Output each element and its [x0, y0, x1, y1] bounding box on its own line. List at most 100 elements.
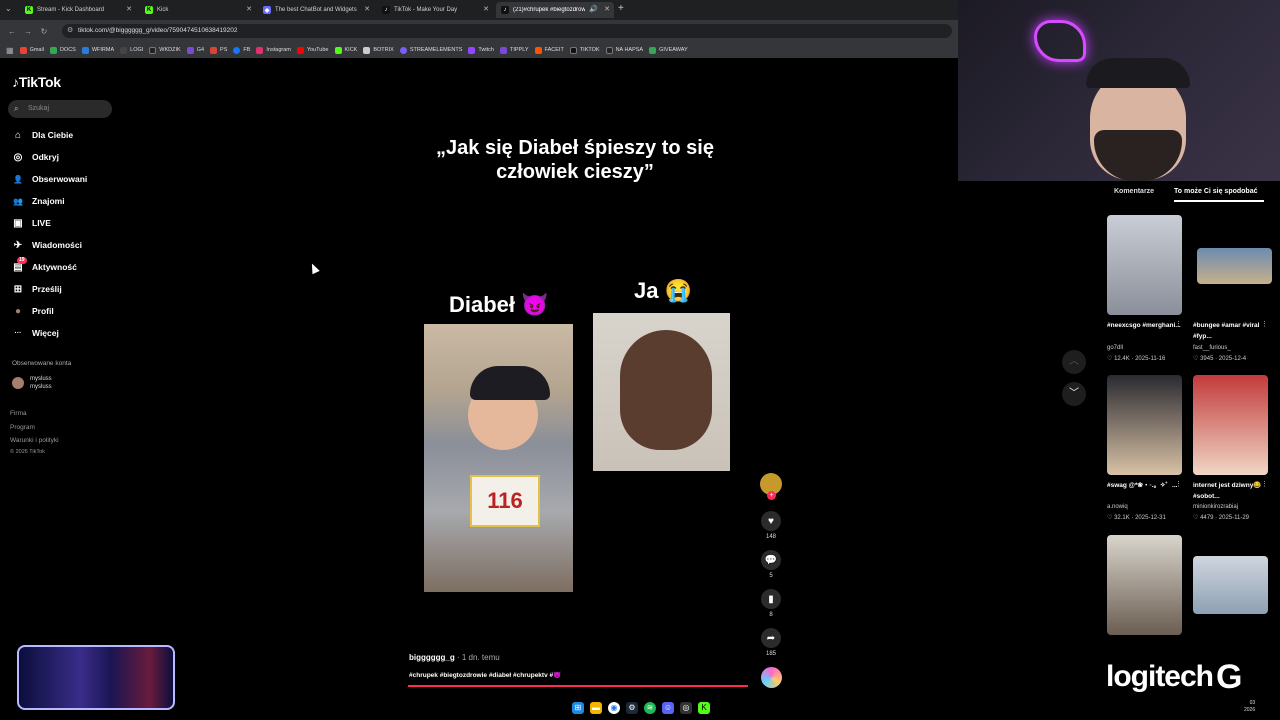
nav-item-messages[interactable]: ✈ Wiadomości	[12, 238, 82, 252]
forward-icon[interactable]: →	[20, 27, 36, 36]
nav-item-friends[interactable]: 👥 Znajomi	[12, 194, 65, 208]
followed-account[interactable]: mysluss mysluss	[12, 375, 52, 391]
video-hashtags[interactable]: #chrupek #biegtozdrowie #diabeł #chrupek…	[409, 671, 561, 679]
tiktok-logo[interactable]: ♪TikTok	[12, 74, 61, 90]
obs-icon[interactable]: ◎	[680, 702, 692, 714]
file-explorer-icon[interactable]: ▬	[590, 702, 602, 714]
close-tab-icon[interactable]: ✕	[483, 5, 489, 13]
previous-video-button[interactable]: ︿	[1062, 350, 1086, 374]
chrome-icon[interactable]: ◉	[608, 702, 620, 714]
suggested-video-thumbnail[interactable]	[1107, 215, 1182, 315]
music-disc-icon[interactable]	[761, 667, 782, 688]
bookmark-tipply[interactable]: TIPPLY	[500, 46, 529, 54]
suggested-user[interactable]: minionkirozrabiaj	[1193, 504, 1238, 510]
nav-item-more[interactable]: ··· Więcej	[12, 326, 59, 340]
video-author[interactable]: bigggggg_g · 1 dn. temu	[409, 653, 500, 662]
next-video-button[interactable]: ﹀	[1062, 382, 1086, 406]
nav-item-activity[interactable]: ▤ 19 Aktywność	[12, 257, 77, 274]
more-options-icon[interactable]: ⋮	[1261, 320, 1268, 328]
back-icon[interactable]: ←	[4, 27, 20, 36]
comment-button[interactable]: 💬 5	[761, 550, 781, 579]
bookmark-youtube[interactable]: YouTube	[296, 46, 329, 54]
bookmark-wfirma[interactable]: WFIRMA	[81, 46, 114, 54]
speaker-icon[interactable]: 🔊	[589, 5, 598, 13]
start-icon[interactable]: ⊞	[572, 702, 584, 714]
video-progress-bar[interactable]	[408, 685, 748, 687]
twitch-icon	[468, 46, 476, 54]
tab-suggested[interactable]: To może Ci się spodobać	[1174, 188, 1258, 195]
close-tab-icon[interactable]: ✕	[126, 5, 132, 13]
footer-link-terms[interactable]: Warunki i polityki	[10, 437, 59, 444]
tiktok-icon: ♪	[501, 6, 509, 14]
tab-kick-dashboard[interactable]: K Stream - Kick Dashboard ✕	[20, 2, 136, 18]
bookmark-giveaway[interactable]: GIVEAWAY	[649, 46, 688, 54]
tab-tiktok-home[interactable]: ♪ TikTok - Make Your Day ✕	[377, 2, 493, 18]
tab-chatbot[interactable]: ◆ The best ChatBot and Widgets ✕	[258, 2, 374, 18]
bookmark-wkdzik[interactable]: WKDZIK	[149, 46, 181, 54]
taskbar: ⊞ ▬ ◉ ⚙ ≋ ☺ ◎ K	[556, 700, 726, 716]
share-button[interactable]: ➦ 185	[761, 628, 781, 657]
suggested-video-thumbnail[interactable]	[1193, 556, 1268, 614]
streamer-headphones	[1086, 58, 1190, 88]
follow-plus-button[interactable]: +	[767, 491, 776, 500]
bookmark-kick[interactable]: KICK	[334, 46, 357, 54]
bookmark-botrix[interactable]: BOTRIX	[363, 46, 394, 54]
nav-item-upload[interactable]: ⊞ Prześlij	[12, 282, 62, 296]
suggested-user[interactable]: a.nowiq	[1107, 504, 1128, 510]
nav-item-for-you[interactable]: ⌂ Dla Ciebie	[12, 128, 73, 142]
bookmark-docs[interactable]: DOCS	[49, 46, 76, 54]
close-tab-icon[interactable]: ✕	[364, 5, 370, 13]
bookmark-tiktok[interactable]: TIKTOK	[569, 46, 600, 54]
close-tab-icon[interactable]: ✕	[246, 5, 252, 13]
suggested-video-thumbnail[interactable]	[1193, 375, 1268, 475]
giveaway-icon	[649, 46, 657, 54]
suggested-user[interactable]: go7dll	[1107, 345, 1123, 351]
reload-icon[interactable]: ↻	[36, 27, 52, 36]
preview-thumbnail-window[interactable]	[17, 645, 175, 710]
bookmark-g4[interactable]: G4	[186, 46, 204, 54]
suggested-caption[interactable]: #swag @*❀・◦.。✧゜...	[1107, 480, 1182, 491]
site-info-icon[interactable]: ⚙	[67, 24, 73, 38]
suggested-caption[interactable]: internet jest dziwny😂 #sobot...	[1193, 480, 1268, 502]
tab-kick[interactable]: K Kick ✕	[140, 2, 256, 18]
tab-comments[interactable]: Komentarze	[1114, 188, 1154, 195]
search-input[interactable]: ⌕ Szukaj	[8, 100, 112, 118]
more-options-icon[interactable]: ⋮	[1175, 320, 1182, 328]
like-button[interactable]: ♥ 148	[761, 511, 781, 540]
kick-icon[interactable]: K	[698, 702, 710, 714]
bookmark-twitch[interactable]: Twitch	[468, 46, 494, 54]
tab-tiktok-video[interactable]: ♪ (21)#chrupek #biegtozdrowie 🔊 ✕	[496, 2, 614, 18]
suggested-video-thumbnail[interactable]	[1107, 375, 1182, 475]
nav-item-live[interactable]: ▣ LIVE	[12, 216, 51, 230]
bookmark-fb[interactable]: FB	[233, 46, 250, 54]
bookmark-instagram[interactable]: Instagram	[256, 46, 291, 54]
bookmark-streamelements[interactable]: STREAMELEMENTS	[399, 46, 462, 54]
suggested-user[interactable]: fast__furious_	[1193, 345, 1231, 351]
bookmark-gmail[interactable]: Gmail	[19, 46, 44, 54]
suggested-video-thumbnail[interactable]	[1197, 248, 1272, 284]
bookmark-faceit[interactable]: FACEIT	[534, 46, 564, 54]
nav-item-following[interactable]: 👤 Obserwowani	[12, 172, 87, 186]
bookmark-logi[interactable]: LOGI	[120, 46, 143, 54]
suggested-video-thumbnail[interactable]	[1107, 535, 1182, 635]
nav-item-profile[interactable]: ● Profil	[12, 304, 54, 318]
steam-icon[interactable]: ⚙	[626, 702, 638, 714]
suggested-caption[interactable]: #bungee #amar #viral #fyp...	[1193, 320, 1268, 342]
footer-link-company[interactable]: Firma	[10, 410, 27, 417]
spotify-icon[interactable]: ≋	[644, 702, 656, 714]
bookmark-ps[interactable]: PS	[210, 46, 227, 54]
close-tab-icon[interactable]: ✕	[604, 5, 610, 13]
apps-grid-icon[interactable]: ▦	[6, 46, 14, 55]
system-clock[interactable]: 03 2026	[1244, 700, 1255, 714]
nav-item-explore[interactable]: ◎ Odkryj	[12, 150, 59, 164]
discord-icon[interactable]: ☺	[662, 702, 674, 714]
more-options-icon[interactable]: ⋮	[1261, 480, 1268, 488]
footer-link-program[interactable]: Program	[10, 424, 35, 431]
save-button[interactable]: ▮ 8	[761, 589, 781, 618]
bookmark-na-hapsa[interactable]: NA HAPSA	[605, 46, 643, 54]
suggested-caption[interactable]: #neexcsgo #merghani...	[1107, 320, 1182, 331]
url-field[interactable]: ⚙ tiktok.com/@bigggggg_g/video/759047451…	[62, 24, 952, 38]
browser-menu-icon[interactable]: ⌄	[5, 4, 12, 13]
more-options-icon[interactable]: ⋮	[1175, 480, 1182, 488]
new-tab-button[interactable]: +	[618, 3, 624, 14]
